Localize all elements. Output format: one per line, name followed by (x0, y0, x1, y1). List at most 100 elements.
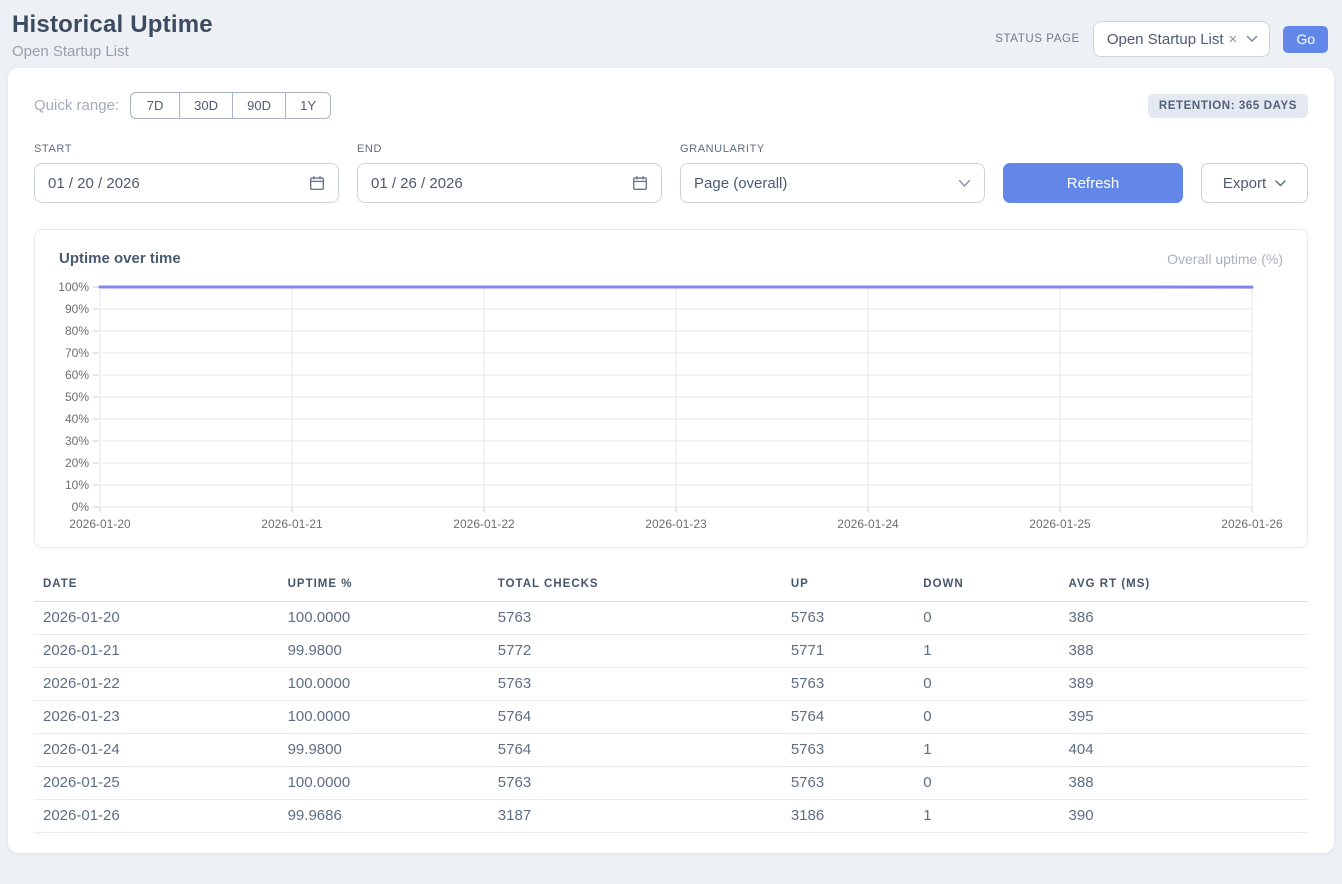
uptime-chart-svg: 0%10%20%30%40%50%60%70%80%90%100%2026-01… (59, 275, 1283, 535)
table-row: 2026-01-23100.0000576457640395 (34, 701, 1308, 734)
chart-legend: Overall uptime (%) (1167, 251, 1283, 267)
svg-text:50%: 50% (65, 390, 89, 404)
table-cell: 100.0000 (279, 701, 489, 734)
column-header: UP (782, 570, 914, 602)
table-cell: 5763 (489, 767, 782, 800)
table-cell: 5763 (489, 668, 782, 701)
table-cell: 3187 (489, 800, 782, 833)
export-button-label: Export (1223, 175, 1266, 192)
status-page-controls: STATUS PAGE Open Startup List × Go (995, 11, 1328, 57)
granularity-group: GRANULARITY Page (overall) (680, 143, 985, 203)
table-cell: 389 (1060, 668, 1308, 701)
granularity-label: GRANULARITY (680, 143, 985, 155)
page-subtitle: Open Startup List (12, 43, 213, 60)
quick-range-group: 7D30D90D1Y (130, 92, 331, 119)
end-date-value: 01 / 26 / 2026 (371, 175, 463, 192)
calendar-icon[interactable] (309, 175, 325, 191)
table-cell: 390 (1060, 800, 1308, 833)
export-button[interactable]: Export (1201, 163, 1308, 203)
table-cell: 0 (914, 602, 1059, 635)
table-cell: 3186 (782, 800, 914, 833)
table-header-row: DATEUPTIME %TOTAL CHECKSUPDOWNAVG RT (MS… (34, 570, 1308, 602)
svg-text:10%: 10% (65, 478, 89, 492)
end-date-label: END (357, 143, 662, 155)
table-cell: 100.0000 (279, 767, 489, 800)
status-page-select-value: Open Startup List (1107, 31, 1224, 48)
main-panel: Quick range: 7D30D90D1Y RETENTION: 365 D… (8, 68, 1334, 853)
table-cell: 2026-01-23 (34, 701, 279, 734)
table-cell: 5764 (489, 701, 782, 734)
granularity-select[interactable]: Page (overall) (680, 163, 985, 203)
go-button[interactable]: Go (1283, 26, 1328, 53)
end-date-input[interactable]: 01 / 26 / 2026 (357, 163, 662, 203)
table-row: 2026-01-25100.0000576357630388 (34, 767, 1308, 800)
table-cell: 5764 (782, 701, 914, 734)
table-cell: 1 (914, 800, 1059, 833)
table-cell: 388 (1060, 635, 1308, 668)
svg-text:2026-01-20: 2026-01-20 (69, 517, 131, 531)
column-header: TOTAL CHECKS (489, 570, 782, 602)
filters-row: START 01 / 20 / 2026 END 01 / 26 / 2026 (34, 143, 1308, 203)
column-header: AVG RT (MS) (1060, 570, 1308, 602)
table-cell: 2026-01-24 (34, 734, 279, 767)
quick-range-30d-button[interactable]: 30D (179, 92, 233, 119)
table-body: 2026-01-20100.00005763576303862026-01-21… (34, 602, 1308, 833)
table-cell: 5772 (489, 635, 782, 668)
uptime-chart-card: Uptime over time Overall uptime (%) 0% 10… (34, 229, 1308, 548)
table-cell: 5763 (782, 668, 914, 701)
table-cell: 99.9800 (279, 635, 489, 668)
clear-selection-icon[interactable]: × (1229, 32, 1238, 47)
table-cell: 2026-01-20 (34, 602, 279, 635)
uptime-table: DATEUPTIME %TOTAL CHECKSUPDOWNAVG RT (MS… (34, 570, 1308, 833)
table-cell: 2026-01-25 (34, 767, 279, 800)
svg-text:30%: 30% (65, 434, 89, 448)
table-cell: 2026-01-22 (34, 668, 279, 701)
table-row: 2026-01-20100.0000576357630386 (34, 602, 1308, 635)
table-cell: 0 (914, 767, 1059, 800)
calendar-icon[interactable] (632, 175, 648, 191)
table-cell: 5763 (782, 734, 914, 767)
svg-text:2026-01-21: 2026-01-21 (261, 517, 323, 531)
table-cell: 5764 (489, 734, 782, 767)
svg-text:0%: 0% (72, 500, 90, 514)
uptime-table-wrap: DATEUPTIME %TOTAL CHECKSUPDOWNAVG RT (MS… (34, 570, 1308, 833)
svg-text:2026-01-26: 2026-01-26 (1221, 517, 1283, 531)
svg-text:40%: 40% (65, 412, 89, 426)
table-cell: 99.9800 (279, 734, 489, 767)
chevron-down-icon (1275, 180, 1286, 187)
svg-text:2026-01-25: 2026-01-25 (1029, 517, 1091, 531)
table-cell: 0 (914, 668, 1059, 701)
table-cell: 1 (914, 734, 1059, 767)
table-cell: 2026-01-26 (34, 800, 279, 833)
status-page-select[interactable]: Open Startup List × (1093, 21, 1271, 57)
granularity-value: Page (overall) (694, 175, 787, 192)
table-row: 2026-01-2199.9800577257711388 (34, 635, 1308, 668)
status-page-label: STATUS PAGE (995, 33, 1080, 45)
chevron-down-icon (958, 179, 971, 188)
column-header: DOWN (914, 570, 1059, 602)
table-cell: 99.9686 (279, 800, 489, 833)
chart-title: Uptime over time (59, 250, 181, 267)
table-cell: 5763 (489, 602, 782, 635)
table-row: 2026-01-22100.0000576357630389 (34, 668, 1308, 701)
quick-range-label: Quick range: (34, 97, 119, 114)
column-header: DATE (34, 570, 279, 602)
end-date-group: END 01 / 26 / 2026 (357, 143, 662, 203)
start-date-label: START (34, 143, 339, 155)
start-date-input[interactable]: 01 / 20 / 2026 (34, 163, 339, 203)
quick-range-1y-button[interactable]: 1Y (285, 92, 331, 119)
refresh-button[interactable]: Refresh (1003, 163, 1183, 203)
table-cell: 1 (914, 635, 1059, 668)
quick-range-7d-button[interactable]: 7D (130, 92, 180, 119)
quick-range-90d-button[interactable]: 90D (232, 92, 286, 119)
svg-text:2026-01-22: 2026-01-22 (453, 517, 515, 531)
retention-badge: RETENTION: 365 DAYS (1148, 94, 1308, 118)
page-title: Historical Uptime (12, 11, 213, 39)
svg-text:90%: 90% (65, 302, 89, 316)
page-heading: Historical Uptime Open Startup List (12, 11, 213, 60)
svg-text:20%: 20% (65, 456, 89, 470)
svg-text:80%: 80% (65, 324, 89, 338)
page-header: Historical Uptime Open Startup List STAT… (0, 0, 1342, 68)
svg-text:2026-01-23: 2026-01-23 (645, 517, 707, 531)
table-cell: 100.0000 (279, 602, 489, 635)
